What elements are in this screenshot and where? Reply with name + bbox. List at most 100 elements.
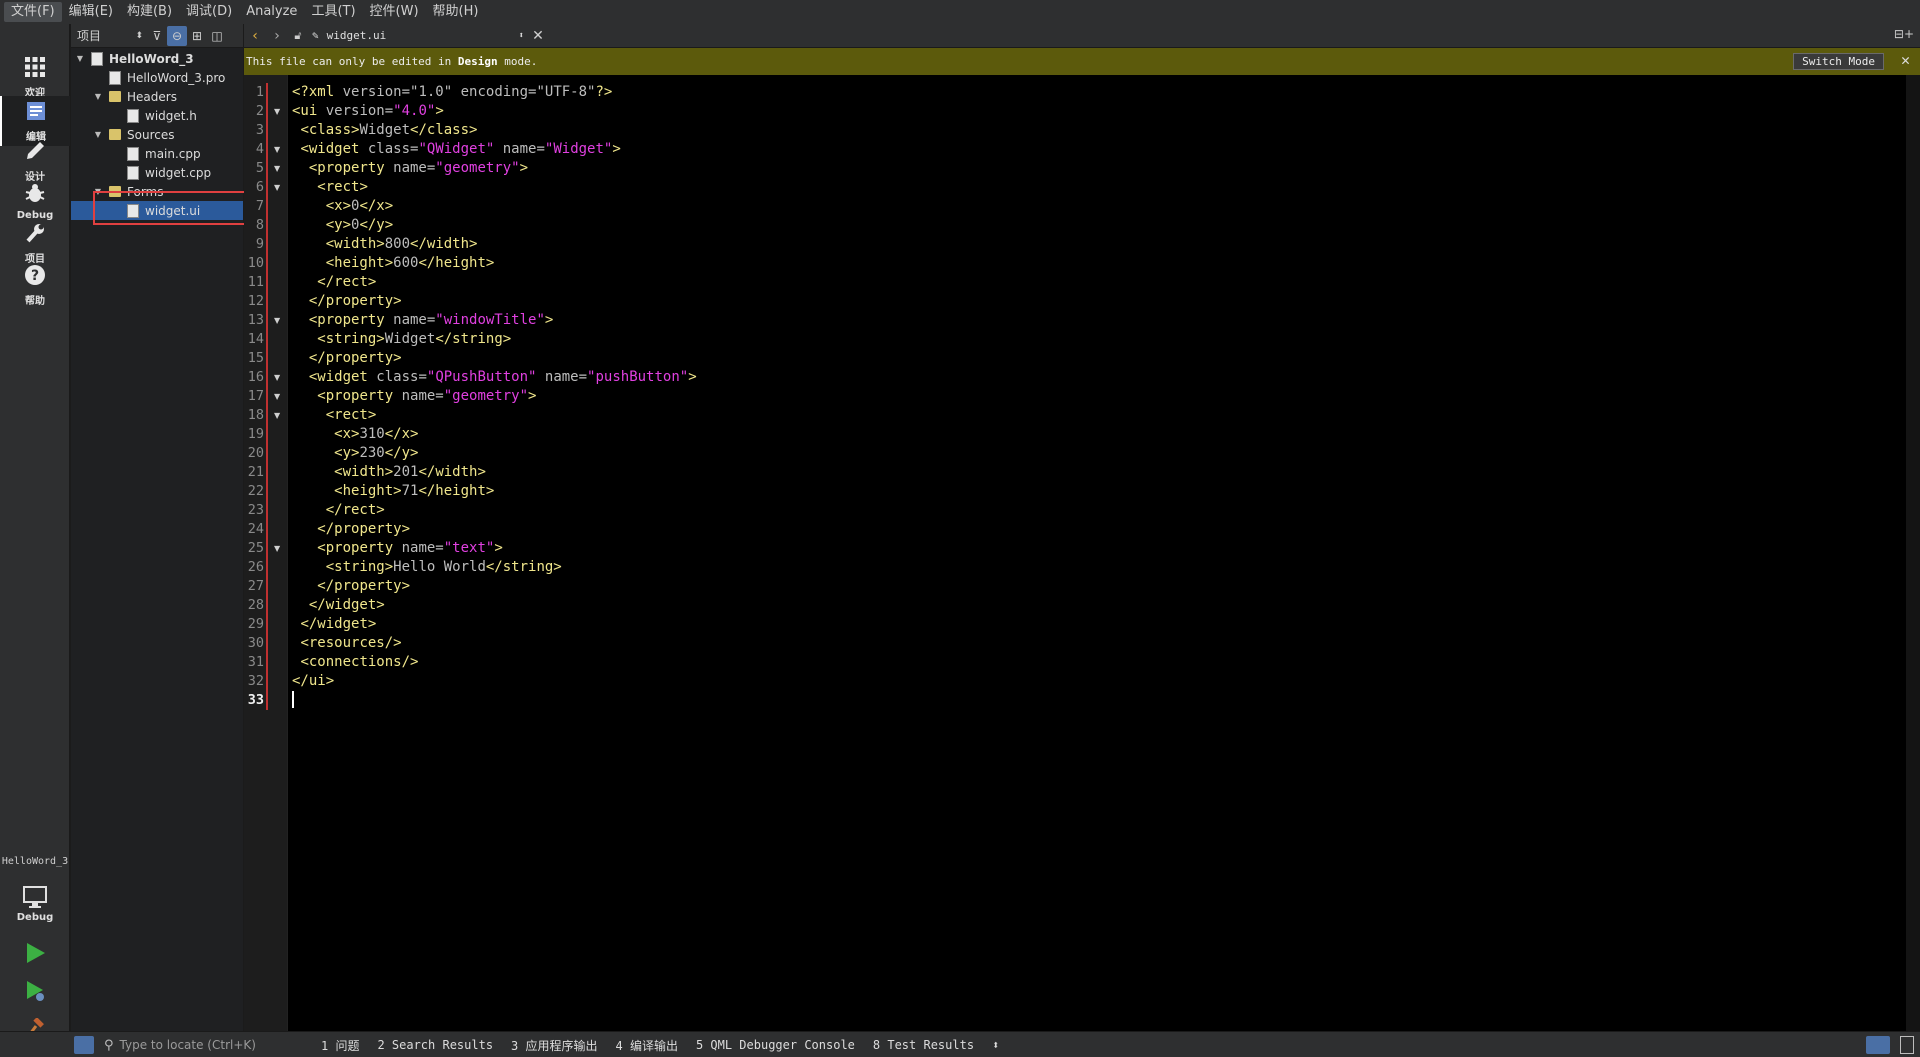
close-panel-icon[interactable]: ◫ xyxy=(207,26,227,46)
code-token: <class> xyxy=(300,122,360,138)
switch-mode-button[interactable]: Switch Mode xyxy=(1793,53,1884,70)
progress-toggle-button[interactable] xyxy=(1866,1036,1890,1054)
tree-item[interactable]: widget.ui xyxy=(71,201,243,220)
project-view-label: 项目 xyxy=(77,29,102,43)
line-number: 21 xyxy=(247,464,264,480)
menu-item[interactable]: 帮助(H) xyxy=(426,2,486,22)
line-number: 28 xyxy=(247,597,264,613)
code-token: </property> xyxy=(308,350,402,366)
tree-item[interactable]: ▼ Sources xyxy=(71,125,243,144)
mode-6[interactable]: ? 帮助 xyxy=(0,260,70,310)
expand-arrow-icon[interactable]: ▼ xyxy=(93,187,103,196)
project-tree: ▼ HelloWord_3 HelloWord_3.pro ▼ Headers widge… xyxy=(71,48,243,1031)
code-area[interactable]: <?xml version="1.0" encoding="UTF-8"?> <u… xyxy=(292,83,697,710)
output-tab[interactable]: 4 编译输出 xyxy=(607,1037,687,1054)
tree-item[interactable]: widget.h xyxy=(71,106,243,125)
back-arrow-icon[interactable]: ‹ xyxy=(244,28,266,44)
expand-arrow-icon[interactable]: ▼ xyxy=(93,130,103,139)
fold-arrow-icon[interactable]: ▼ xyxy=(274,140,280,159)
code-line: </widget> xyxy=(292,615,697,634)
svg-text:?: ? xyxy=(31,268,39,284)
line-number: 14 xyxy=(247,331,264,347)
mode-1[interactable]: 欢迎 xyxy=(0,52,70,102)
menu-item[interactable]: 工具(T) xyxy=(304,2,362,22)
document-icon: ✎ xyxy=(312,29,319,42)
expand-arrow-icon[interactable]: ▼ xyxy=(75,54,85,63)
code-token: Widget xyxy=(359,122,411,138)
code-line: <ui version="4.0"> xyxy=(292,102,697,121)
output-tab[interactable]: 8 Test Results xyxy=(864,1038,983,1052)
code-token: 600 xyxy=(393,255,419,271)
code-token: version= xyxy=(334,84,411,100)
filter-icon[interactable]: ⊽ xyxy=(147,26,167,46)
kit-selector[interactable]: Debug xyxy=(0,870,70,938)
close-infobar-icon[interactable]: ✕ xyxy=(1901,51,1910,69)
output-pane-tabs: 1 问题 2 Search Results 3 应用程序输出 4 编译输出 5 QML … xyxy=(312,1032,1008,1057)
tree-item[interactable]: HelloWord_3.pro xyxy=(71,68,243,87)
output-tab[interactable]: 3 应用程序输出 xyxy=(502,1037,606,1054)
tree-item[interactable]: widget.cpp xyxy=(71,163,243,182)
menu-item[interactable]: 构建(B) xyxy=(120,2,179,22)
line-number: 26 xyxy=(247,559,264,575)
code-token: 800 xyxy=(384,236,411,252)
tree-item-label: HelloWord_3 xyxy=(109,51,194,66)
output-tab[interactable]: 2 Search Results xyxy=(368,1038,502,1052)
output-tab[interactable]: 1 问题 xyxy=(312,1037,368,1054)
line-number: 9 xyxy=(255,236,264,252)
link-icon[interactable]: ⊖ xyxy=(167,25,187,46)
tree-item-label: Sources xyxy=(127,127,175,142)
fold-arrow-icon[interactable]: ▼ xyxy=(274,406,280,425)
open-document-select[interactable]: ✎ widget.ui ⬍ xyxy=(308,26,528,46)
menu-item[interactable]: 文件(F) xyxy=(4,2,62,22)
debug-run-button[interactable] xyxy=(20,976,50,1006)
fold-arrow-icon[interactable]: ▼ xyxy=(274,539,280,558)
menu-bar: 文件(F) 编辑(E) 构建(B) 调试(D) Analyze 工具(T) 控件(W) 帮助(… xyxy=(0,0,1920,24)
line-number: 10 xyxy=(247,255,264,271)
menu-item[interactable]: 调试(D) xyxy=(179,2,239,22)
code-editor[interactable]: 1 2 ▼ 3 4 ▼ 5 ▼ 6 ▼ 7 8 9 10 11 12 13 ▼ 14 15 16 ▼ 17 ▼ 18 ▼ 19 20 2… xyxy=(244,75,1920,1031)
split-editor-icon[interactable]: ⊟+ xyxy=(1894,27,1914,41)
vertical-scrollbar[interactable] xyxy=(1906,75,1920,1031)
toggle-sidebar-button[interactable] xyxy=(74,1036,94,1054)
tree-item[interactable]: ▼ Forms xyxy=(71,182,243,201)
fold-arrow-icon[interactable]: ▼ xyxy=(274,311,280,330)
fold-arrow-icon[interactable]: ▼ xyxy=(274,159,280,178)
menu-item[interactable]: 编辑(E) xyxy=(62,2,120,22)
tree-item[interactable]: ▼ HelloWord_3 xyxy=(71,49,243,68)
menu-item[interactable]: 控件(W) xyxy=(363,2,426,22)
tree-item[interactable]: ▼ Headers xyxy=(71,87,243,106)
fold-arrow-icon[interactable]: ▼ xyxy=(274,368,280,387)
locator-input[interactable]: ⚲ Type to locate (Ctrl+K) xyxy=(104,1035,304,1055)
kit-build-label: Debug xyxy=(16,912,54,923)
tree-item-label: widget.cpp xyxy=(145,165,212,180)
forward-arrow-icon[interactable]: › xyxy=(266,28,288,44)
close-document-icon[interactable]: ✕ xyxy=(528,28,548,44)
fold-arrow-icon[interactable]: ▼ xyxy=(274,387,280,406)
code-token: > xyxy=(544,312,554,328)
more-tabs-icon[interactable]: ⬍ xyxy=(983,1038,1008,1052)
split-panel-icon[interactable]: ⊞ xyxy=(187,26,207,46)
code-token: </string> xyxy=(435,331,512,347)
output-tab[interactable]: 5 QML Debugger Console xyxy=(687,1038,864,1052)
toggle-right-sidebar-button[interactable] xyxy=(1900,1036,1914,1054)
fold-arrow-icon[interactable]: ▼ xyxy=(274,102,280,121)
menu-item[interactable]: Analyze xyxy=(239,2,304,22)
line-number: 22 xyxy=(247,483,264,499)
lock-icon[interactable]: 🔓︎ xyxy=(288,26,308,46)
tree-item[interactable]: main.cpp xyxy=(71,144,243,163)
expand-arrow-icon[interactable]: ▼ xyxy=(93,92,103,101)
line-number: 30 xyxy=(247,635,264,651)
code-line: <y>0</y> xyxy=(292,216,697,235)
code-line: <height>600</height> xyxy=(292,254,697,273)
code-token: </property> xyxy=(308,293,402,309)
fold-arrow-icon[interactable]: ▼ xyxy=(274,178,280,197)
project-view-select[interactable]: 项目 ⬍ xyxy=(73,27,147,45)
run-button[interactable] xyxy=(20,938,50,968)
